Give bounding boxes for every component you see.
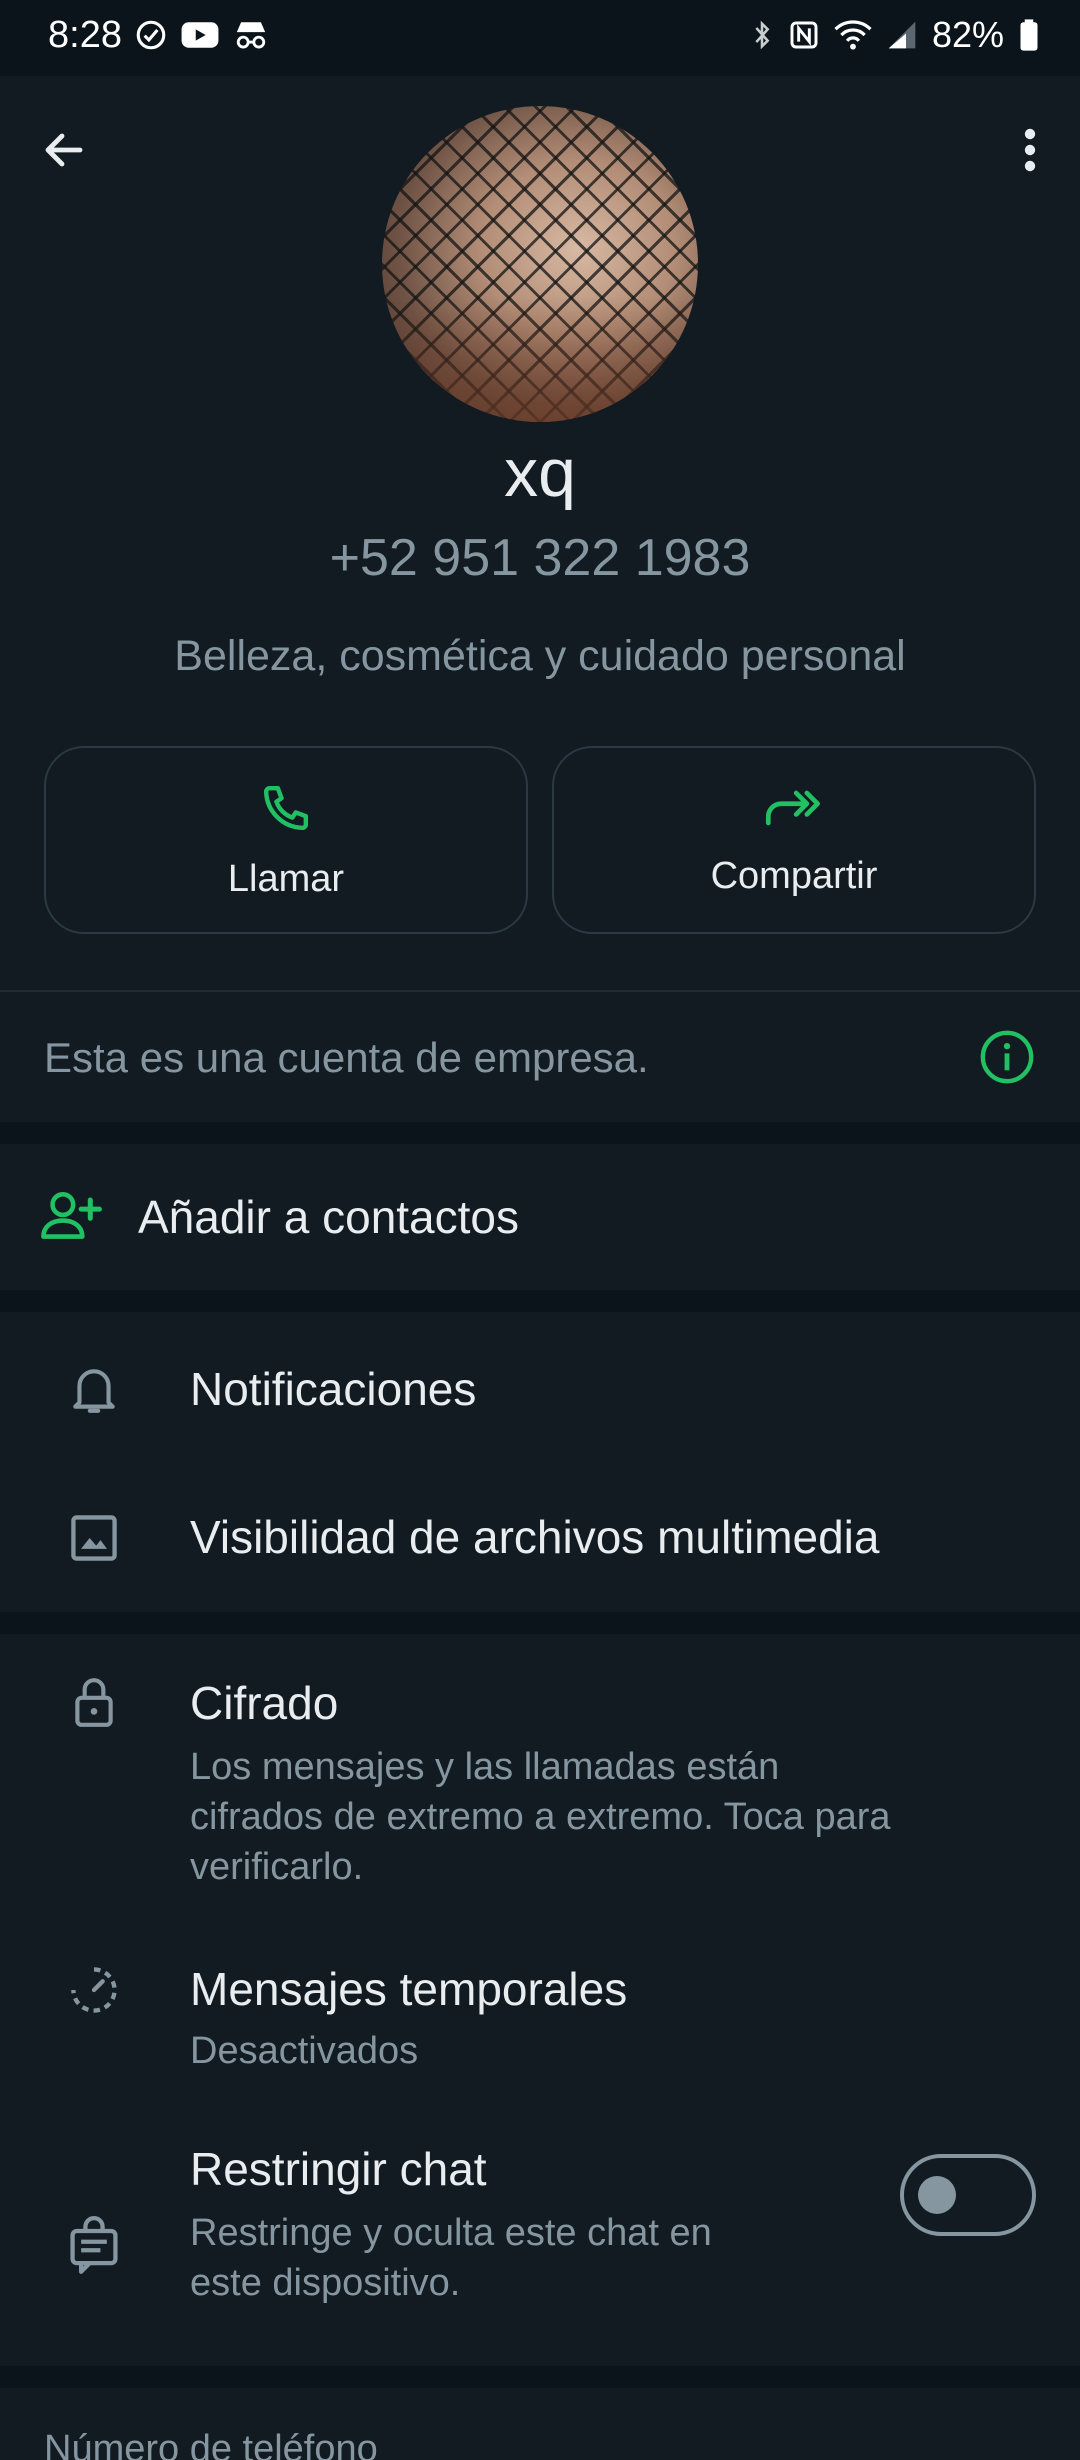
phone-icon	[263, 785, 309, 830]
media-visibility-row[interactable]: Visibilidad de archivos multimedia	[0, 1462, 1080, 1612]
share-label: Compartir	[710, 854, 878, 897]
contact-name: xq	[504, 435, 576, 511]
contact-info-screen: 8:28 82% xq +52 951 322 1983 Belleza, co…	[0, 0, 1080, 2460]
restrict-chat-desc-line2: este dispositivo.	[190, 2262, 461, 2304]
lock-icon	[66, 1674, 122, 1730]
media-visibility-label: Visibilidad de archivos multimedia	[190, 1511, 880, 1563]
settings-group-notifications: Notificaciones Visibilidad de archivos m…	[0, 1312, 1080, 1612]
image-icon	[66, 1510, 122, 1566]
profile-header: xq +52 951 322 1983 Belleza, cosmética y…	[0, 76, 1080, 990]
battery-percent: 82%	[931, 14, 1004, 55]
phone-number-section: Número de teléfono	[0, 2388, 1080, 2460]
nfc-icon	[790, 21, 818, 49]
signal-icon	[888, 21, 916, 49]
disappearing-messages-title: Mensajes temporales	[190, 1963, 628, 2015]
wifi-icon	[834, 20, 872, 50]
business-account-notice[interactable]: Esta es una cuenta de empresa.	[0, 990, 1080, 1122]
notification-icons	[134, 18, 270, 52]
more-options-button[interactable]	[994, 114, 1066, 186]
arrow-left-icon	[45, 133, 83, 167]
encryption-row[interactable]: Cifrado Los mensajes y las llamadas está…	[0, 1634, 1080, 1910]
bluetooth-icon	[755, 20, 770, 50]
encryption-desc-line3: verificarlo.	[190, 1846, 364, 1888]
add-to-contacts-row[interactable]: Añadir a contactos	[0, 1144, 1080, 1290]
incognito-icon	[236, 22, 266, 49]
share-button[interactable]: Compartir	[552, 746, 1036, 934]
status-bar: 8:28 82%	[0, 0, 1080, 76]
add-person-icon	[41, 1192, 102, 1239]
toggle-knob	[918, 2176, 956, 2214]
contact-phone: +52 951 322 1983	[329, 529, 751, 587]
encryption-title: Cifrado	[190, 1677, 339, 1729]
call-label: Llamar	[227, 857, 345, 900]
info-icon[interactable]	[978, 1028, 1036, 1086]
chat-lock-icon	[66, 2216, 122, 2274]
bell-icon	[66, 1362, 122, 1418]
back-button[interactable]	[28, 114, 100, 186]
system-status-icons: 82%	[750, 14, 1040, 56]
check-circle-icon	[136, 20, 166, 50]
disappearing-messages-status: Desactivados	[190, 2030, 419, 2072]
restrict-chat-title: Restringir chat	[190, 2143, 487, 2195]
notifications-label: Notificaciones	[190, 1363, 477, 1415]
battery-icon	[1020, 19, 1038, 51]
encryption-desc-line1: Los mensajes y las llamadas están	[190, 1746, 780, 1788]
business-account-text: Esta es una cuenta de empresa.	[44, 1034, 649, 1081]
phone-number-section-title: Número de teléfono	[44, 2428, 378, 2460]
restrict-chat-desc-line1: Restringe y oculta este chat en	[190, 2212, 712, 2254]
encryption-desc-line2: cifrados de extremo a extremo. Toca para	[190, 1796, 891, 1838]
disappearing-messages-row[interactable]: Mensajes temporales Desactivados	[0, 1910, 1080, 2100]
profile-photo[interactable]	[382, 106, 698, 422]
more-vert-icon	[1024, 128, 1036, 172]
timer-icon	[66, 1962, 122, 2018]
forward-share-icon	[765, 790, 820, 825]
notifications-row[interactable]: Notificaciones	[0, 1312, 1080, 1462]
youtube-icon	[181, 22, 219, 48]
business-category: Belleza, cosmética y cuidado personal	[174, 632, 906, 680]
settings-group-privacy: Cifrado Los mensajes y las llamadas está…	[0, 1634, 1080, 2366]
status-time: 8:28	[48, 14, 122, 56]
call-button[interactable]: Llamar	[44, 746, 528, 934]
add-to-contacts-label: Añadir a contactos	[138, 1191, 520, 1243]
restrict-chat-toggle[interactable]	[900, 2154, 1036, 2236]
